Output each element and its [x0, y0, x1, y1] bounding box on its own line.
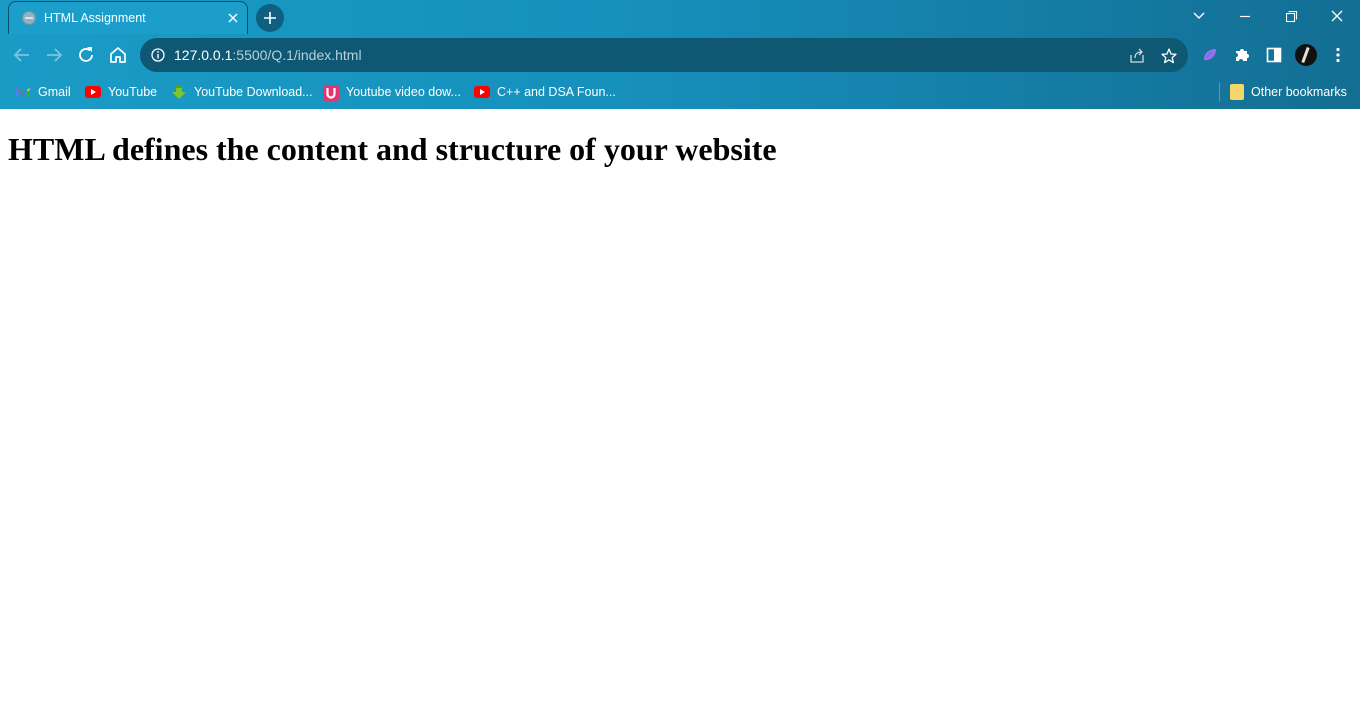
bookmark-youtube-video-download[interactable]: Youtube video dow...: [323, 82, 461, 102]
bookmark-youtube[interactable]: YouTube: [85, 82, 157, 102]
address-bar[interactable]: 127.0.0.1:5500/Q.1/index.html: [140, 38, 1188, 72]
other-bookmarks[interactable]: Other bookmarks: [1230, 82, 1347, 102]
globe-icon: [22, 11, 36, 25]
share-icon[interactable]: [1128, 47, 1146, 65]
toolbar: 127.0.0.1:5500/Q.1/index.html: [0, 34, 1360, 76]
back-icon[interactable]: [9, 42, 35, 68]
other-bookmarks-label: Other bookmarks: [1251, 85, 1347, 99]
tab-title: HTML Assignment: [44, 11, 146, 25]
url-text[interactable]: 127.0.0.1:5500/Q.1/index.html: [174, 47, 362, 63]
page-content: HTML defines the content and structure o…: [0, 109, 1360, 728]
bookmark-star-icon[interactable]: [1160, 47, 1178, 65]
new-tab-button[interactable]: [256, 4, 284, 32]
menu-kebab-icon[interactable]: [1328, 45, 1348, 65]
home-icon[interactable]: [105, 42, 131, 68]
tab-search-icon[interactable]: [1182, 3, 1216, 29]
extensions-puzzle-icon[interactable]: [1232, 45, 1252, 65]
close-tab-icon[interactable]: [225, 10, 241, 26]
folder-icon: [1230, 84, 1244, 100]
profile-avatar[interactable]: [1295, 44, 1317, 66]
bookmarks-bar: Gmail YouTube YouTube Download... Youtub…: [0, 76, 1360, 109]
page-heading: HTML defines the content and structure o…: [8, 131, 777, 167]
bookmark-label: Youtube video dow...: [346, 85, 461, 99]
bookmark-label: YouTube: [108, 85, 158, 99]
bookmark-cpp-dsa[interactable]: C++ and DSA Foun...: [474, 82, 616, 102]
youtube-icon: [474, 86, 490, 98]
close-window-icon[interactable]: [1320, 3, 1354, 29]
bookmark-label: C++ and DSA Foun...: [497, 85, 616, 99]
extension-icon[interactable]: [1200, 45, 1220, 65]
side-panel-icon[interactable]: [1264, 45, 1284, 65]
minimize-icon[interactable]: [1228, 3, 1262, 29]
browser-chrome: HTML Assignment 127.0.0.1:5500/Q.1/index…: [0, 0, 1360, 109]
u-logo-icon: [323, 85, 339, 101]
download-icon: [171, 85, 187, 99]
url-host: 127.0.0.1: [174, 47, 233, 63]
bookmark-label: YouTube Download...: [194, 85, 313, 99]
url-path: :5500/Q.1/index.html: [232, 47, 362, 63]
reload-icon[interactable]: [73, 42, 99, 68]
bookmark-youtube-download[interactable]: YouTube Download...: [171, 82, 313, 102]
gmail-icon: [15, 85, 31, 99]
restore-icon[interactable]: [1274, 3, 1308, 29]
forward-icon[interactable]: [41, 42, 67, 68]
bookmark-gmail[interactable]: Gmail: [15, 82, 71, 102]
bookmarks-divider: [1219, 82, 1220, 102]
tab-html-assignment[interactable]: HTML Assignment: [8, 1, 248, 34]
bookmark-label: Gmail: [38, 85, 71, 99]
site-info-icon[interactable]: [151, 48, 165, 62]
tab-strip: HTML Assignment: [0, 0, 1360, 34]
youtube-icon: [85, 86, 101, 98]
